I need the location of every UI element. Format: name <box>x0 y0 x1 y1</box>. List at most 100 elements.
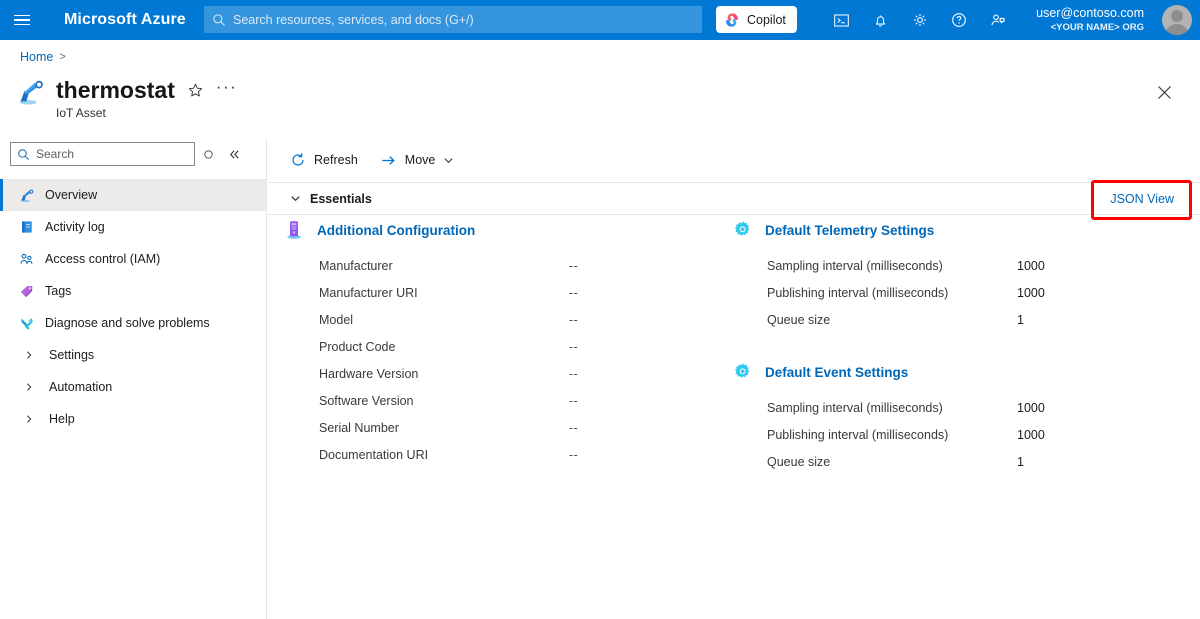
ellipsis-icon[interactable]: ··· <box>216 78 237 98</box>
default-telemetry-settings-section: Default Telemetry Settings Sampling inte… <box>732 217 1172 333</box>
help-question-icon[interactable] <box>939 0 978 40</box>
kv-key: Hardware Version <box>319 366 419 381</box>
main-content: Refresh Move Essentials JSON View Additi… <box>268 138 1200 619</box>
essentials-row: Essentials JSON View <box>268 180 1200 220</box>
kv-key: Manufacturer URI <box>319 285 418 300</box>
sidebar-item-diagnose[interactable]: Diagnose and solve problems <box>0 307 266 339</box>
double-chevron-left-icon[interactable] <box>221 141 247 167</box>
chevron-down-icon <box>291 196 300 202</box>
iot-asset-icon <box>19 80 43 105</box>
refresh-label: Refresh <box>314 153 358 167</box>
sidebar-item-label: Access control (IAM) <box>45 252 161 266</box>
kv-value: 1000 <box>1017 285 1045 300</box>
kv-row: Manufacturer -- <box>319 252 714 279</box>
chevron-right-icon <box>20 350 37 360</box>
sidebar-group-label: Automation <box>49 380 113 394</box>
section-header: Additional Configuration <box>284 217 714 243</box>
section-title: Default Telemetry Settings <box>765 222 935 238</box>
azure-brand-label[interactable]: Microsoft Azure <box>64 11 186 29</box>
chevron-right-icon <box>20 414 37 424</box>
kv-key: Queue size <box>767 312 831 327</box>
kv-value: 1000 <box>1017 400 1045 415</box>
page-title: thermostat <box>56 77 175 103</box>
kv-key: Model <box>319 312 354 327</box>
kv-value: -- <box>569 312 579 327</box>
settings-gear-icon[interactable] <box>900 0 939 40</box>
kv-value: -- <box>569 285 579 300</box>
sidebar-item-activity-log[interactable]: Activity log <box>0 211 266 243</box>
default-event-settings-rows: Sampling interval (milliseconds) 1000 Pu… <box>732 394 1172 475</box>
kv-row: Serial Number -- <box>319 414 714 441</box>
search-icon <box>213 13 225 26</box>
kv-key: Software Version <box>319 393 414 408</box>
page-subtitle: IoT Asset <box>56 106 106 120</box>
diagnose-tools-icon <box>18 316 35 331</box>
sidebar-group-settings[interactable]: Settings <box>0 339 266 371</box>
sidebar-group-automation[interactable]: Automation <box>0 371 266 403</box>
kv-value: -- <box>569 420 579 435</box>
header-icon-group <box>822 0 1017 40</box>
kv-row: Hardware Version -- <box>319 360 714 387</box>
breadcrumb-home[interactable]: Home <box>20 50 53 64</box>
feedback-person-icon[interactable] <box>978 0 1017 40</box>
sidebar-group-label: Settings <box>49 348 95 362</box>
sidebar-item-label: Overview <box>45 188 98 202</box>
sidebar-item-tags[interactable]: Tags <box>0 275 266 307</box>
search-icon <box>18 148 30 160</box>
sidebar-search-box[interactable] <box>10 142 195 166</box>
kv-value: -- <box>569 366 579 381</box>
chevron-down-icon <box>444 157 453 163</box>
global-search-box[interactable] <box>204 6 702 33</box>
resource-sidebar: Overview Activity log <box>0 138 267 619</box>
cloud-shell-icon[interactable] <box>822 0 861 40</box>
kv-key: Documentation URI <box>319 447 429 462</box>
kv-row: Model -- <box>319 306 714 333</box>
chevron-right-icon <box>20 382 37 392</box>
page-title-block: thermostat ··· IoT Asset <box>16 76 237 120</box>
global-search-input[interactable] <box>233 12 694 27</box>
copilot-button[interactable]: Copilot <box>716 6 797 33</box>
hamburger-menu-icon[interactable] <box>0 0 44 40</box>
section-header: Default Telemetry Settings <box>732 217 1172 243</box>
kv-row: Publishing interval (milliseconds) 1000 <box>767 421 1172 448</box>
refresh-button[interactable]: Refresh <box>290 145 358 175</box>
kv-key: Product Code <box>319 339 396 354</box>
section-title: Default Event Settings <box>765 364 909 380</box>
sidebar-group-help[interactable]: Help <box>0 403 266 435</box>
move-button[interactable]: Move <box>380 145 455 175</box>
kv-row: Publishing interval (milliseconds) 1000 <box>767 279 1172 306</box>
close-icon[interactable] <box>1153 81 1175 103</box>
additional-configuration-section: Additional Configuration Manufacturer --… <box>284 217 714 468</box>
star-icon[interactable] <box>187 82 204 99</box>
default-telemetry-settings-rows: Sampling interval (milliseconds) 1000 Pu… <box>732 252 1172 333</box>
kv-value: -- <box>569 258 579 273</box>
json-view-link[interactable]: JSON View <box>1101 187 1183 211</box>
device-config-icon <box>287 221 301 239</box>
default-event-settings-section: Default Event Settings Sampling interval… <box>732 359 1172 475</box>
access-control-icon <box>18 252 35 267</box>
arrow-right-icon <box>382 155 395 165</box>
sidebar-item-access-control[interactable]: Access control (IAM) <box>0 243 266 275</box>
notifications-bell-icon[interactable] <box>861 0 900 40</box>
kv-value: -- <box>569 393 579 408</box>
kv-value: 1 <box>1017 312 1024 327</box>
sidebar-search-input[interactable] <box>36 147 188 161</box>
essentials-toggle[interactable]: Essentials <box>290 192 372 206</box>
kv-key: Serial Number <box>319 420 399 435</box>
section-title: Additional Configuration <box>317 222 476 238</box>
avatar[interactable] <box>1162 5 1192 35</box>
kv-row: Queue size 1 <box>767 448 1172 475</box>
sidebar-nav-list: Overview Activity log Access control (IA… <box>0 179 266 435</box>
essentials-label: Essentials <box>310 191 372 206</box>
account-info[interactable]: user@contoso.com <YOUR NAME> ORG <box>1036 0 1144 40</box>
sidebar-item-label: Tags <box>45 284 72 298</box>
account-org: <YOUR NAME> ORG <box>1050 22 1144 33</box>
pin-circle-icon[interactable] <box>195 141 221 167</box>
refresh-icon <box>292 153 304 166</box>
kv-value: 1000 <box>1017 427 1045 442</box>
sidebar-item-overview[interactable]: Overview <box>0 179 266 211</box>
kv-row: Manufacturer URI -- <box>319 279 714 306</box>
breadcrumb-separator-icon: > <box>59 51 66 63</box>
gear-settings-icon <box>734 363 750 378</box>
kv-value: 1 <box>1017 454 1024 469</box>
